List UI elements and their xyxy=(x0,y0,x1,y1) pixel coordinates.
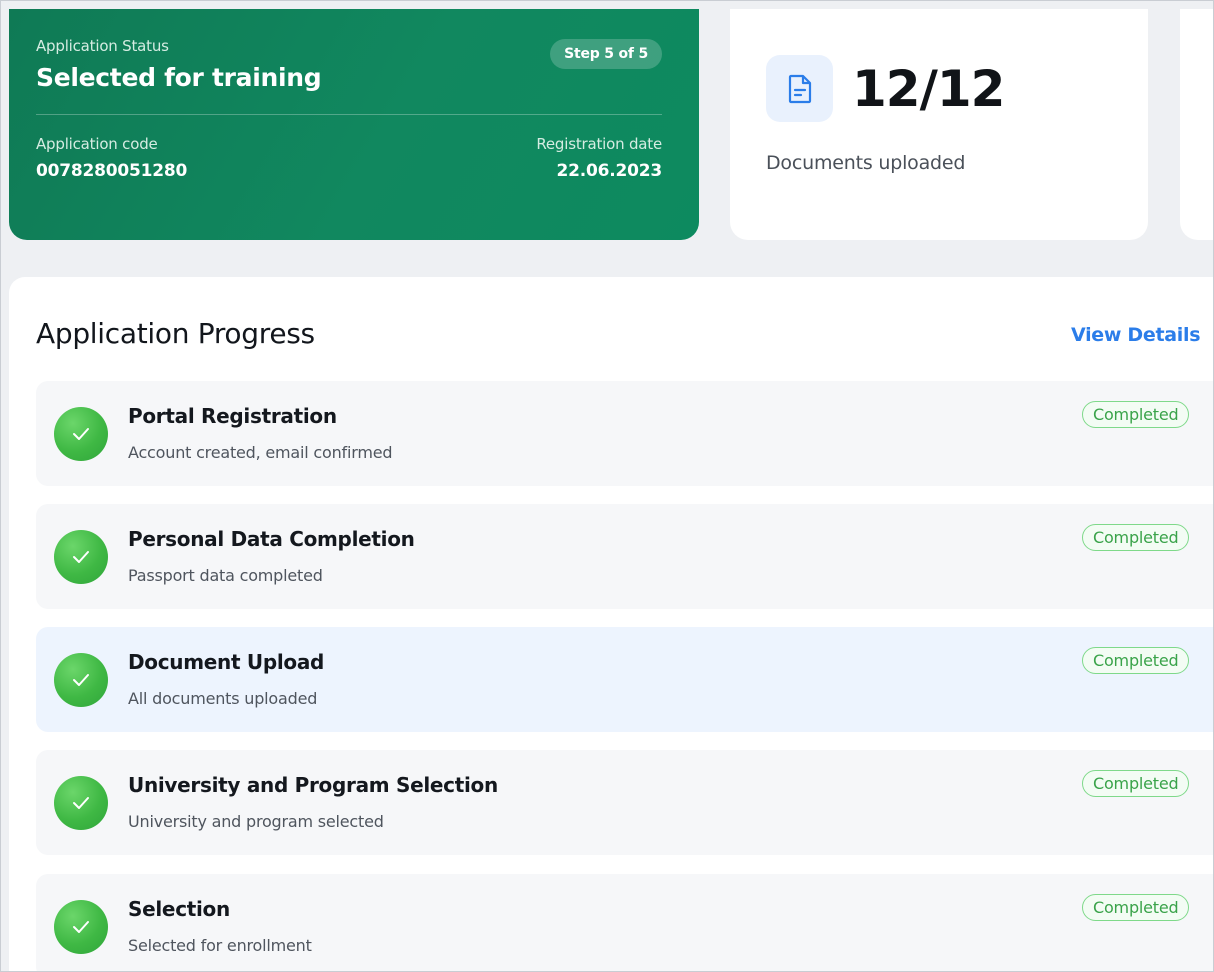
registration-date-label: Registration date xyxy=(536,135,662,153)
registration-date-block: Registration date 22.06.2023 xyxy=(536,135,662,181)
status-badge: Completed xyxy=(1082,647,1190,674)
application-code-label: Application code xyxy=(36,135,158,153)
step-title: Document Upload xyxy=(128,650,325,674)
step-description: Passport data completed xyxy=(128,566,323,585)
step-title: Portal Registration xyxy=(128,404,337,428)
step-item-document-upload[interactable]: Document Upload All documents uploaded C… xyxy=(36,627,1213,732)
app-frame: Application Status Selected for training… xyxy=(0,0,1214,972)
documents-count: 12/12 xyxy=(852,59,1005,118)
step-title: Personal Data Completion xyxy=(128,527,415,551)
step-description: University and program selected xyxy=(128,812,384,831)
check-icon xyxy=(54,653,108,707)
status-badge: Completed xyxy=(1082,770,1190,797)
check-icon xyxy=(54,900,108,954)
step-badge: Step 5 of 5 xyxy=(550,39,662,69)
step-item-personal-data[interactable]: Personal Data Completion Passport data c… xyxy=(36,504,1213,609)
progress-title: Application Progress xyxy=(36,317,315,350)
step-item-selection[interactable]: Selection Selected for enrollment Comple… xyxy=(36,874,1213,971)
step-description: Selected for enrollment xyxy=(128,936,312,955)
view-details-link[interactable]: View Details xyxy=(1071,324,1201,346)
status-label: Application Status xyxy=(36,37,169,55)
step-item-university-selection[interactable]: University and Program Selection Univers… xyxy=(36,750,1213,855)
step-description: All documents uploaded xyxy=(128,689,318,708)
status-divider xyxy=(36,114,662,115)
application-code-value: 0078280051280 xyxy=(36,161,188,181)
status-badge: Completed xyxy=(1082,894,1190,921)
status-badge: Completed xyxy=(1082,524,1190,551)
status-title: Selected for training xyxy=(36,63,322,92)
documents-card: 12/12 Documents uploaded xyxy=(730,9,1148,240)
step-title: University and Program Selection xyxy=(128,773,498,797)
status-badge: Completed xyxy=(1082,401,1190,428)
application-progress-panel: Application Progress View Details Portal… xyxy=(9,277,1213,971)
step-description: Account created, email confirmed xyxy=(128,443,393,462)
documents-label: Documents uploaded xyxy=(766,152,966,174)
document-icon xyxy=(766,55,833,122)
check-icon xyxy=(54,407,108,461)
check-icon xyxy=(54,530,108,584)
stat-card-partial xyxy=(1180,9,1213,240)
registration-date-value: 22.06.2023 xyxy=(556,161,662,181)
check-icon xyxy=(54,776,108,830)
step-title: Selection xyxy=(128,897,230,921)
application-status-card: Application Status Selected for training… xyxy=(9,9,699,240)
application-code-block: Application code 0078280051280 xyxy=(36,135,187,181)
step-item-portal-registration[interactable]: Portal Registration Account created, ema… xyxy=(36,381,1213,486)
